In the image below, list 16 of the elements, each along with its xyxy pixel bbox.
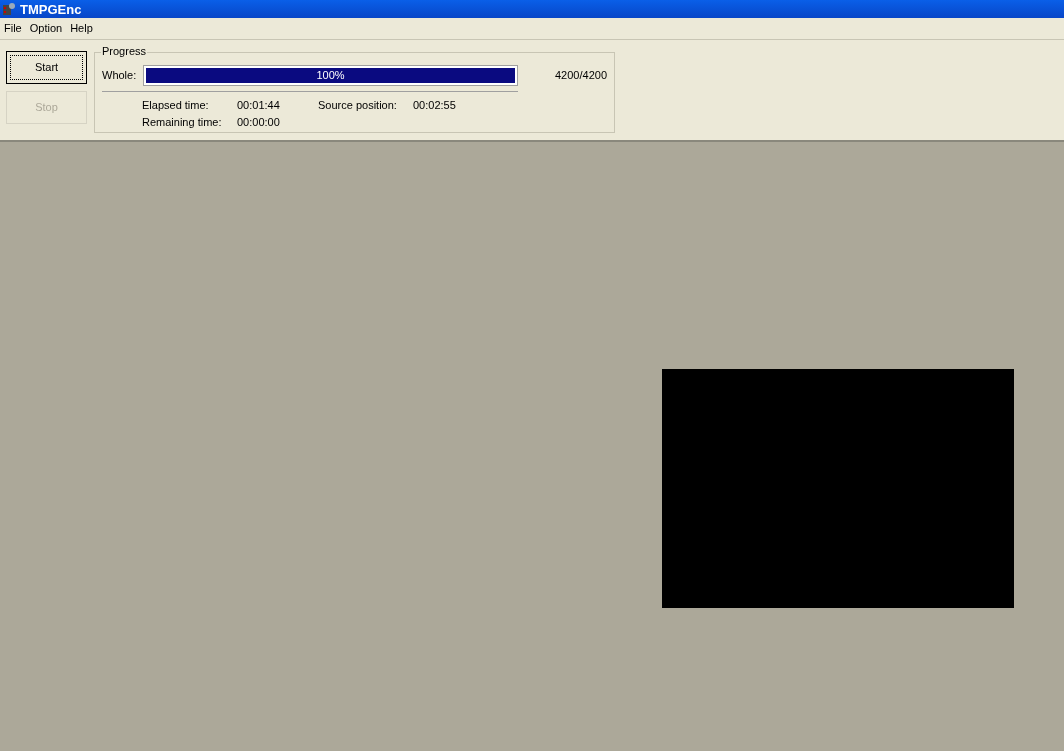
group-title: Progress	[101, 46, 148, 57]
stat-value: 00:02:55	[413, 98, 457, 113]
menu-item[interactable]: File	[0, 20, 26, 37]
progress-percent: 100%	[315, 68, 346, 84]
stat-label: Source position:	[318, 98, 398, 113]
stat-value: 00:01:44	[237, 98, 281, 113]
progress-count: 4200/4200	[555, 68, 607, 84]
whole-label: Whole:	[102, 68, 138, 84]
stat-value: 00:00:00	[237, 115, 281, 130]
start-button[interactable]: Start	[6, 51, 87, 84]
menu-item[interactable]: Option	[25, 20, 67, 37]
menu-item[interactable]: Help	[66, 20, 97, 37]
stat-label: Remaining time:	[142, 115, 223, 130]
app-icon	[2, 2, 16, 16]
stat-label: Elapsed time:	[142, 98, 210, 113]
window-title: TMPGEnc	[20, 2, 82, 16]
